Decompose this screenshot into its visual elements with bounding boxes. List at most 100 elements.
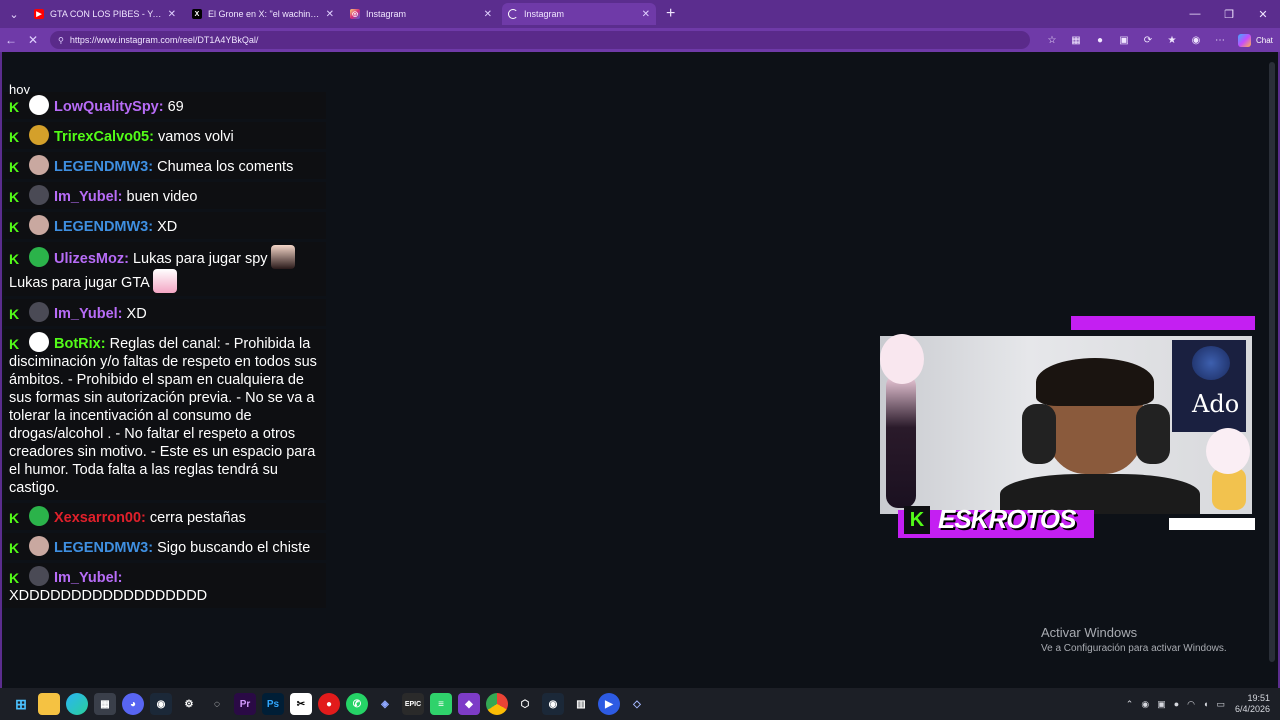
kick-badge-icon: K bbox=[9, 510, 20, 526]
clock-date: 6/4/2026 bbox=[1234, 704, 1270, 714]
steam-icon[interactable]: ◉ bbox=[542, 693, 564, 715]
kick-logo-icon: K bbox=[904, 506, 930, 534]
kick-badge-icon: K bbox=[9, 306, 20, 322]
chat-message: K Im_Yubel: buen video bbox=[4, 182, 326, 209]
chat-text: Reglas del canal: - Prohibida la discimi… bbox=[9, 336, 317, 496]
tab-youtube[interactable]: ▶ GTA CON LOS PIBES - YouTube ✕ bbox=[28, 3, 182, 25]
tray-app-icon[interactable]: ● bbox=[1174, 699, 1179, 709]
file-explorer-icon[interactable] bbox=[38, 693, 60, 715]
chat-text: buen video bbox=[122, 189, 198, 205]
package-icon[interactable]: ⬡ bbox=[514, 693, 536, 715]
chat-text: Lukas para jugar GTA bbox=[9, 275, 150, 291]
windows-taskbar: ⊞ ▦ ◕ ◉ ⚙ ◌ Pr Ps ✂ ● ✆ ◈ EPIC ≡ ◆ ⬡ ◉ ▥… bbox=[0, 688, 1280, 720]
wifi-icon[interactable]: ◠ bbox=[1187, 699, 1195, 710]
clock[interactable]: 19:51 6/4/2026 bbox=[1235, 693, 1270, 715]
profile-avatar-icon[interactable]: ◉ bbox=[1184, 35, 1208, 46]
audio-app-icon[interactable]: ▥ bbox=[570, 693, 592, 715]
volume-icon[interactable]: ◖ bbox=[1203, 699, 1208, 709]
close-tab-icon[interactable]: ✕ bbox=[484, 9, 492, 20]
scrollbar[interactable] bbox=[1268, 52, 1276, 688]
minimize-icon[interactable]: — bbox=[1178, 0, 1212, 28]
chat-username: LowQualitySpy: bbox=[54, 99, 164, 115]
tray-app-icon[interactable]: ◉ bbox=[1141, 699, 1149, 710]
watermark-title: Activar Windows bbox=[1041, 625, 1138, 640]
user-avatar bbox=[29, 155, 49, 175]
scrollbar-thumb[interactable] bbox=[1269, 62, 1275, 662]
headset-right bbox=[1136, 404, 1170, 464]
tab-actions-menu-icon[interactable]: ⌄ bbox=[4, 4, 24, 24]
back-icon[interactable]: ← bbox=[0, 33, 22, 47]
close-tab-icon[interactable]: ✕ bbox=[642, 9, 650, 20]
windows-activation-watermark: Activar Windows Ve a Configuración para … bbox=[1041, 625, 1227, 654]
restore-icon[interactable]: ❐ bbox=[1212, 0, 1246, 28]
kick-badge-icon: K bbox=[9, 251, 20, 267]
discord-icon[interactable]: ◕ bbox=[122, 693, 144, 715]
address-bar-row: ← ✕ ⚲ https://www.instagram.com/reel/DT1… bbox=[0, 28, 1280, 52]
chat-message: K TrirexCalvo05: vamos volvi bbox=[4, 122, 326, 149]
notes-icon[interactable]: ≡ bbox=[430, 693, 452, 715]
tab-instagram[interactable]: ◎ Instagram ✕ bbox=[344, 3, 498, 25]
more-menu-icon[interactable]: ⋯ bbox=[1208, 35, 1232, 46]
steam-icon[interactable]: ◉ bbox=[150, 693, 172, 715]
tray-app-icon[interactable]: ▣ bbox=[1157, 699, 1166, 710]
clock-time: 19:51 bbox=[1247, 693, 1270, 703]
favorites-icon[interactable]: ★ bbox=[1160, 35, 1184, 46]
tab-title: El Grone en X: "el wachin con 20k bbox=[208, 9, 320, 19]
extension-icon[interactable]: ▦ bbox=[1064, 35, 1088, 46]
chrome-icon[interactable] bbox=[486, 693, 508, 715]
kick-badge-icon: K bbox=[9, 540, 20, 556]
app-icon[interactable]: ◇ bbox=[626, 693, 648, 715]
user-avatar bbox=[29, 185, 49, 205]
premiere-icon[interactable]: Pr bbox=[234, 693, 256, 715]
x-icon: X bbox=[192, 9, 202, 19]
tab-instagram-active[interactable]: Instagram ✕ bbox=[502, 3, 656, 25]
hair bbox=[1036, 358, 1154, 406]
close-window-icon[interactable]: ✕ bbox=[1246, 0, 1280, 28]
streamer-name-bar: K ESKROTOS bbox=[898, 504, 1094, 538]
chat-username: Im_Yubel: bbox=[54, 189, 123, 205]
whatsapp-icon[interactable]: ✆ bbox=[346, 693, 368, 715]
battery-icon[interactable]: ▭ bbox=[1216, 699, 1225, 710]
game-icon[interactable]: ◆ bbox=[458, 693, 480, 715]
user-avatar bbox=[29, 302, 49, 322]
media-player-icon[interactable]: ▶ bbox=[598, 693, 620, 715]
streamer-name: ESKROTOS bbox=[938, 504, 1076, 534]
chat-label: Chat bbox=[1256, 35, 1273, 45]
kick-badge-icon: K bbox=[9, 129, 20, 145]
settings-icon[interactable]: ⚙ bbox=[178, 693, 200, 715]
chat-message: K LowQualitySpy: 69 bbox=[4, 92, 326, 119]
tab-x[interactable]: X El Grone en X: "el wachin con 20k ✕ bbox=[186, 3, 340, 25]
site-info-icon[interactable]: ⚲ bbox=[58, 36, 64, 45]
favorite-star-icon[interactable]: ☆ bbox=[1040, 35, 1064, 46]
extension-icon[interactable]: ▣ bbox=[1112, 35, 1136, 46]
chat-username: LEGENDMW3: bbox=[54, 219, 154, 235]
store-icon[interactable]: ▦ bbox=[94, 693, 116, 715]
close-tab-icon[interactable]: ✕ bbox=[168, 9, 176, 20]
copilot-chat-button[interactable]: Chat bbox=[1238, 33, 1273, 47]
instagram-icon: ◎ bbox=[350, 9, 360, 19]
new-tab-icon[interactable]: + bbox=[666, 5, 675, 23]
chat-message: K Im_Yubel: XD bbox=[4, 299, 326, 326]
app-icon[interactable]: ◈ bbox=[374, 693, 396, 715]
chat-text: cerra pestañas bbox=[145, 510, 246, 526]
capcut-icon[interactable]: ✂ bbox=[290, 693, 312, 715]
photoshop-icon[interactable]: Ps bbox=[262, 693, 284, 715]
chat-username: Im_Yubel: bbox=[54, 570, 123, 586]
tab-title: Instagram bbox=[366, 9, 407, 19]
windows-start-icon[interactable]: ⊞ bbox=[10, 693, 32, 715]
edge-icon[interactable] bbox=[66, 693, 88, 715]
refresh-extension-icon[interactable]: ⟳ bbox=[1136, 35, 1160, 46]
close-tab-icon[interactable]: ✕ bbox=[326, 9, 334, 20]
app-icon[interactable]: ◌ bbox=[206, 693, 228, 715]
stop-loading-icon[interactable]: ✕ bbox=[22, 33, 44, 47]
chat-text: vamos volvi bbox=[153, 129, 234, 145]
webcam-frame: Ado bbox=[880, 336, 1252, 514]
overlay-accent-bar bbox=[1071, 316, 1255, 330]
epic-games-icon[interactable]: EPIC bbox=[402, 693, 424, 715]
url-field[interactable]: ⚲ https://www.instagram.com/reel/DT1A4YB… bbox=[50, 31, 1030, 49]
show-hidden-icons-icon[interactable]: ⌃ bbox=[1126, 699, 1134, 710]
kick-badge-icon: K bbox=[9, 336, 20, 352]
recorder-icon[interactable]: ● bbox=[318, 693, 340, 715]
extension-icon[interactable]: ● bbox=[1088, 35, 1112, 46]
chat-username: Xexsarron00: bbox=[54, 510, 146, 526]
